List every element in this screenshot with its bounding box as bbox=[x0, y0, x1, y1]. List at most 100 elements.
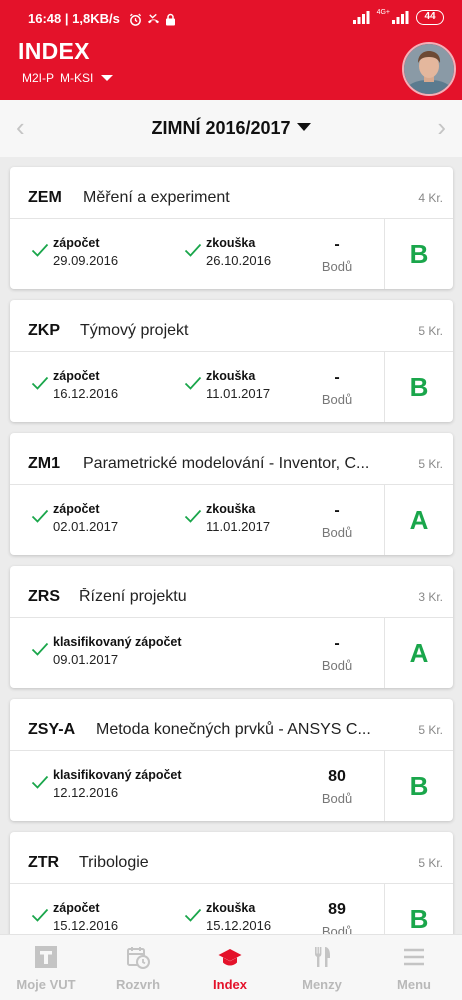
check-icon bbox=[184, 243, 202, 257]
course-name: Tribologie bbox=[79, 854, 149, 871]
check-icon bbox=[184, 376, 202, 390]
requirement-date: 12.12.2016 bbox=[53, 785, 119, 800]
points-label: Bodů bbox=[321, 791, 353, 806]
requirement-label: zkouška bbox=[206, 369, 256, 383]
requirement-date: 16.12.2016 bbox=[53, 386, 119, 401]
requirement-date: 11.01.2017 bbox=[206, 386, 271, 401]
points-label: Bodů bbox=[321, 392, 353, 407]
course-name: Týmový projekt bbox=[80, 322, 189, 339]
nav-item-menzy[interactable]: Menzy bbox=[276, 935, 368, 1000]
grade-badge: A bbox=[409, 638, 429, 668]
bottom-navigation: Moje VUT Rozvrh Index Menzy Menu bbox=[0, 934, 462, 1000]
field-code: M-KSI bbox=[60, 71, 94, 85]
check-icon bbox=[31, 642, 49, 656]
course-code: ZM1 bbox=[28, 455, 60, 472]
course-code: ZSY-A bbox=[28, 721, 76, 738]
nav-label: Menu bbox=[397, 977, 431, 992]
check-icon bbox=[184, 509, 202, 523]
signal-4g-icon bbox=[392, 11, 409, 24]
course-code: ZKP bbox=[28, 322, 60, 339]
course-name: Parametrické modelování - Inventor, C... bbox=[83, 455, 370, 472]
calendar-clock-icon bbox=[127, 947, 150, 969]
requirement-label: zkouška bbox=[206, 502, 256, 516]
course-list[interactable]: ZEM Měření a experiment 4 Kr. zápočet 29… bbox=[0, 157, 462, 934]
graduation-cap-icon bbox=[218, 949, 242, 966]
requirement-date: 26.10.2016 bbox=[206, 253, 272, 268]
semester-selector[interactable]: ZIMNÍ 2016/2017 bbox=[0, 118, 462, 139]
network-type: 4G+ bbox=[376, 9, 390, 16]
alarm-icon bbox=[130, 13, 142, 26]
nav-item-rozvrh[interactable]: Rozvrh bbox=[92, 935, 184, 1000]
requirement-label: zápočet bbox=[53, 369, 100, 383]
nav-label: Menzy bbox=[302, 977, 342, 992]
points-value: 80 bbox=[328, 768, 346, 785]
course-credits: 5 Kr. bbox=[418, 457, 443, 471]
grade-badge: B bbox=[409, 771, 429, 801]
points-value: 89 bbox=[328, 901, 346, 918]
course-card[interactable]: ZEM Měření a experiment 4 Kr. zápočet 29… bbox=[10, 167, 453, 289]
semester-bar: ‹ ZIMNÍ 2016/2017 › bbox=[0, 100, 462, 157]
avatar[interactable] bbox=[402, 42, 456, 96]
course-card[interactable]: ZSY-A Metoda konečných prvků - ANSYS C..… bbox=[10, 699, 453, 821]
points-label: Bodů bbox=[321, 658, 353, 673]
points-label: Bodů bbox=[321, 525, 353, 540]
course-credits: 3 Kr. bbox=[418, 590, 443, 604]
vut-logo-icon bbox=[35, 946, 57, 968]
course-credits: 5 Kr. bbox=[418, 856, 443, 870]
course-name: Řízení projektu bbox=[79, 588, 187, 605]
course-name: Měření a experiment bbox=[83, 189, 230, 206]
nav-item-menu[interactable]: Menu bbox=[368, 935, 460, 1000]
hamburger-menu-icon bbox=[404, 948, 424, 966]
nav-item-index[interactable]: Index bbox=[184, 935, 276, 1000]
next-semester-button[interactable]: › bbox=[437, 114, 446, 140]
lock-icon bbox=[166, 13, 176, 26]
grade-badge: A bbox=[409, 505, 429, 535]
course-code: ZTR bbox=[28, 854, 60, 871]
course-code: ZEM bbox=[28, 189, 62, 206]
course-credits: 5 Kr. bbox=[418, 324, 443, 338]
points-value: - bbox=[334, 502, 340, 519]
status-time: 16:48 bbox=[28, 11, 62, 26]
battery-icon: 44 bbox=[416, 10, 444, 25]
nav-item-moje-vut[interactable]: Moje VUT bbox=[0, 935, 92, 1000]
fork-knife-icon bbox=[315, 947, 330, 967]
requirement-label: klasifikovaný zápočet bbox=[53, 635, 182, 649]
app-header: 16:48 | 1,8KB/s 4G+ 44 INDEX M2I-P M-KSI bbox=[0, 0, 462, 100]
study-program-selector[interactable]: M2I-P M-KSI bbox=[22, 71, 114, 85]
user-photo bbox=[404, 44, 454, 94]
semester-label: ZIMNÍ 2016/2017 bbox=[151, 118, 291, 138]
status-bar: 16:48 | 1,8KB/s 4G+ 44 bbox=[0, 0, 462, 38]
check-icon bbox=[31, 243, 49, 257]
course-credits: 4 Kr. bbox=[418, 191, 443, 205]
grade-badge: B bbox=[409, 239, 429, 269]
points-value: - bbox=[334, 635, 340, 652]
points-value: - bbox=[334, 369, 340, 386]
check-icon bbox=[31, 775, 49, 789]
nav-label: Index bbox=[213, 977, 247, 992]
nav-label: Moje VUT bbox=[16, 977, 76, 992]
requirement-label: zkouška bbox=[206, 236, 256, 250]
missed-call-icon bbox=[148, 13, 160, 24]
course-credits: 5 Kr. bbox=[418, 723, 443, 737]
check-icon bbox=[31, 908, 49, 922]
course-card[interactable]: ZM1 Parametrické modelování - Inventor, … bbox=[10, 433, 453, 555]
requirement-date: 29.09.2016 bbox=[53, 253, 119, 268]
status-speed: 1,8KB/s bbox=[72, 11, 120, 26]
requirement-date: 02.01.2017 bbox=[53, 519, 119, 534]
grade-badge: B bbox=[409, 372, 429, 402]
check-icon bbox=[184, 908, 202, 922]
points-value: - bbox=[334, 236, 340, 253]
requirement-date: 15.12.2016 bbox=[53, 918, 119, 933]
points-label: Bodů bbox=[321, 259, 353, 274]
grade-badge: B bbox=[409, 904, 429, 934]
course-card[interactable]: ZRS Řízení projektu 3 Kr. klasifikovaný … bbox=[10, 566, 453, 688]
course-card[interactable]: ZKP Týmový projekt 5 Kr. zápočet 16.12.2… bbox=[10, 300, 453, 422]
nav-label: Rozvrh bbox=[115, 977, 161, 992]
requirement-label: zkouška bbox=[206, 901, 256, 915]
requirement-date: 15.12.2016 bbox=[206, 918, 272, 933]
chevron-down-icon bbox=[101, 75, 114, 81]
chevron-down-icon bbox=[296, 123, 311, 131]
course-card[interactable]: ZTR Tribologie 5 Kr. zápočet 15.12.2016 … bbox=[10, 832, 453, 934]
requirement-label: zápočet bbox=[53, 236, 100, 250]
page-title: INDEX bbox=[18, 38, 90, 64]
